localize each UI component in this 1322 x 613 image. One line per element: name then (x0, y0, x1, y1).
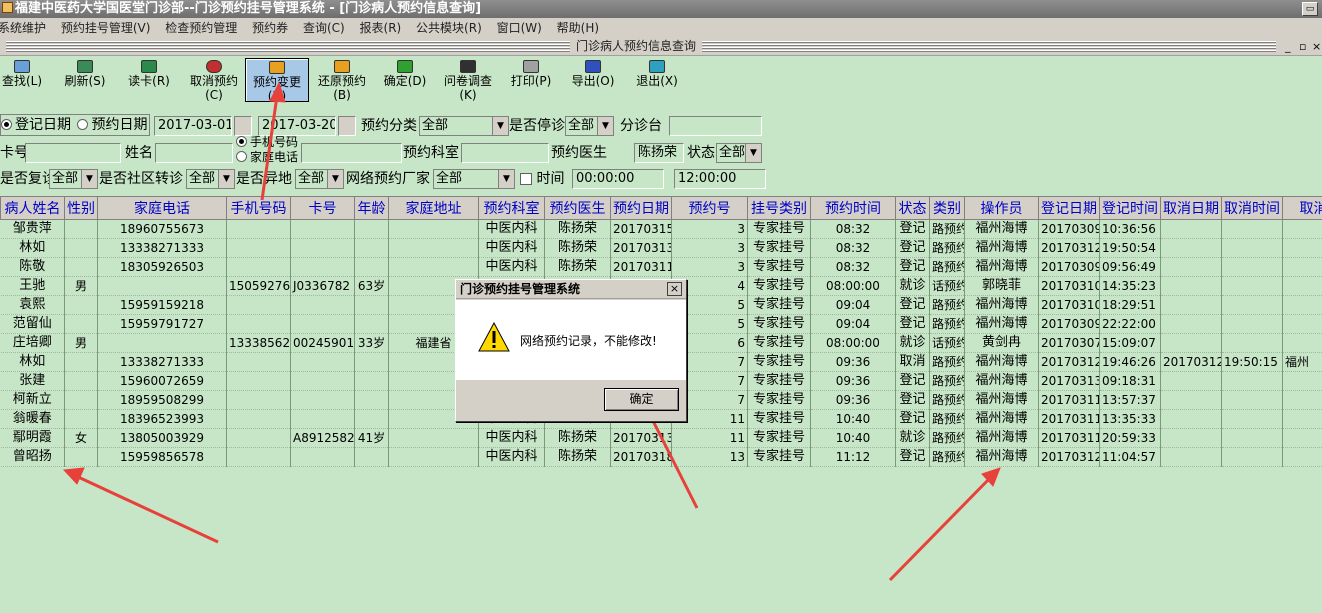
dialog-message: 网络预约记录，不能修改! (520, 334, 657, 348)
arrow-to-change-button (260, 95, 279, 201)
arrow-to-operator-column (888, 476, 992, 582)
arrowhead (269, 81, 286, 103)
dialog-body: 网络预约记录，不能修改! (456, 300, 686, 380)
warning-icon (478, 322, 510, 352)
message-dialog: 门诊预约挂号管理系统 × 网络预约记录，不能修改! 确定 (455, 279, 687, 422)
dialog-title: 门诊预约挂号管理系统 (456, 280, 686, 299)
arrowhead (62, 467, 85, 485)
arrow-to-name-column (75, 474, 219, 544)
dialog-ok-button[interactable]: 确定 (604, 388, 679, 411)
dialog-close-button[interactable]: × (667, 282, 682, 296)
